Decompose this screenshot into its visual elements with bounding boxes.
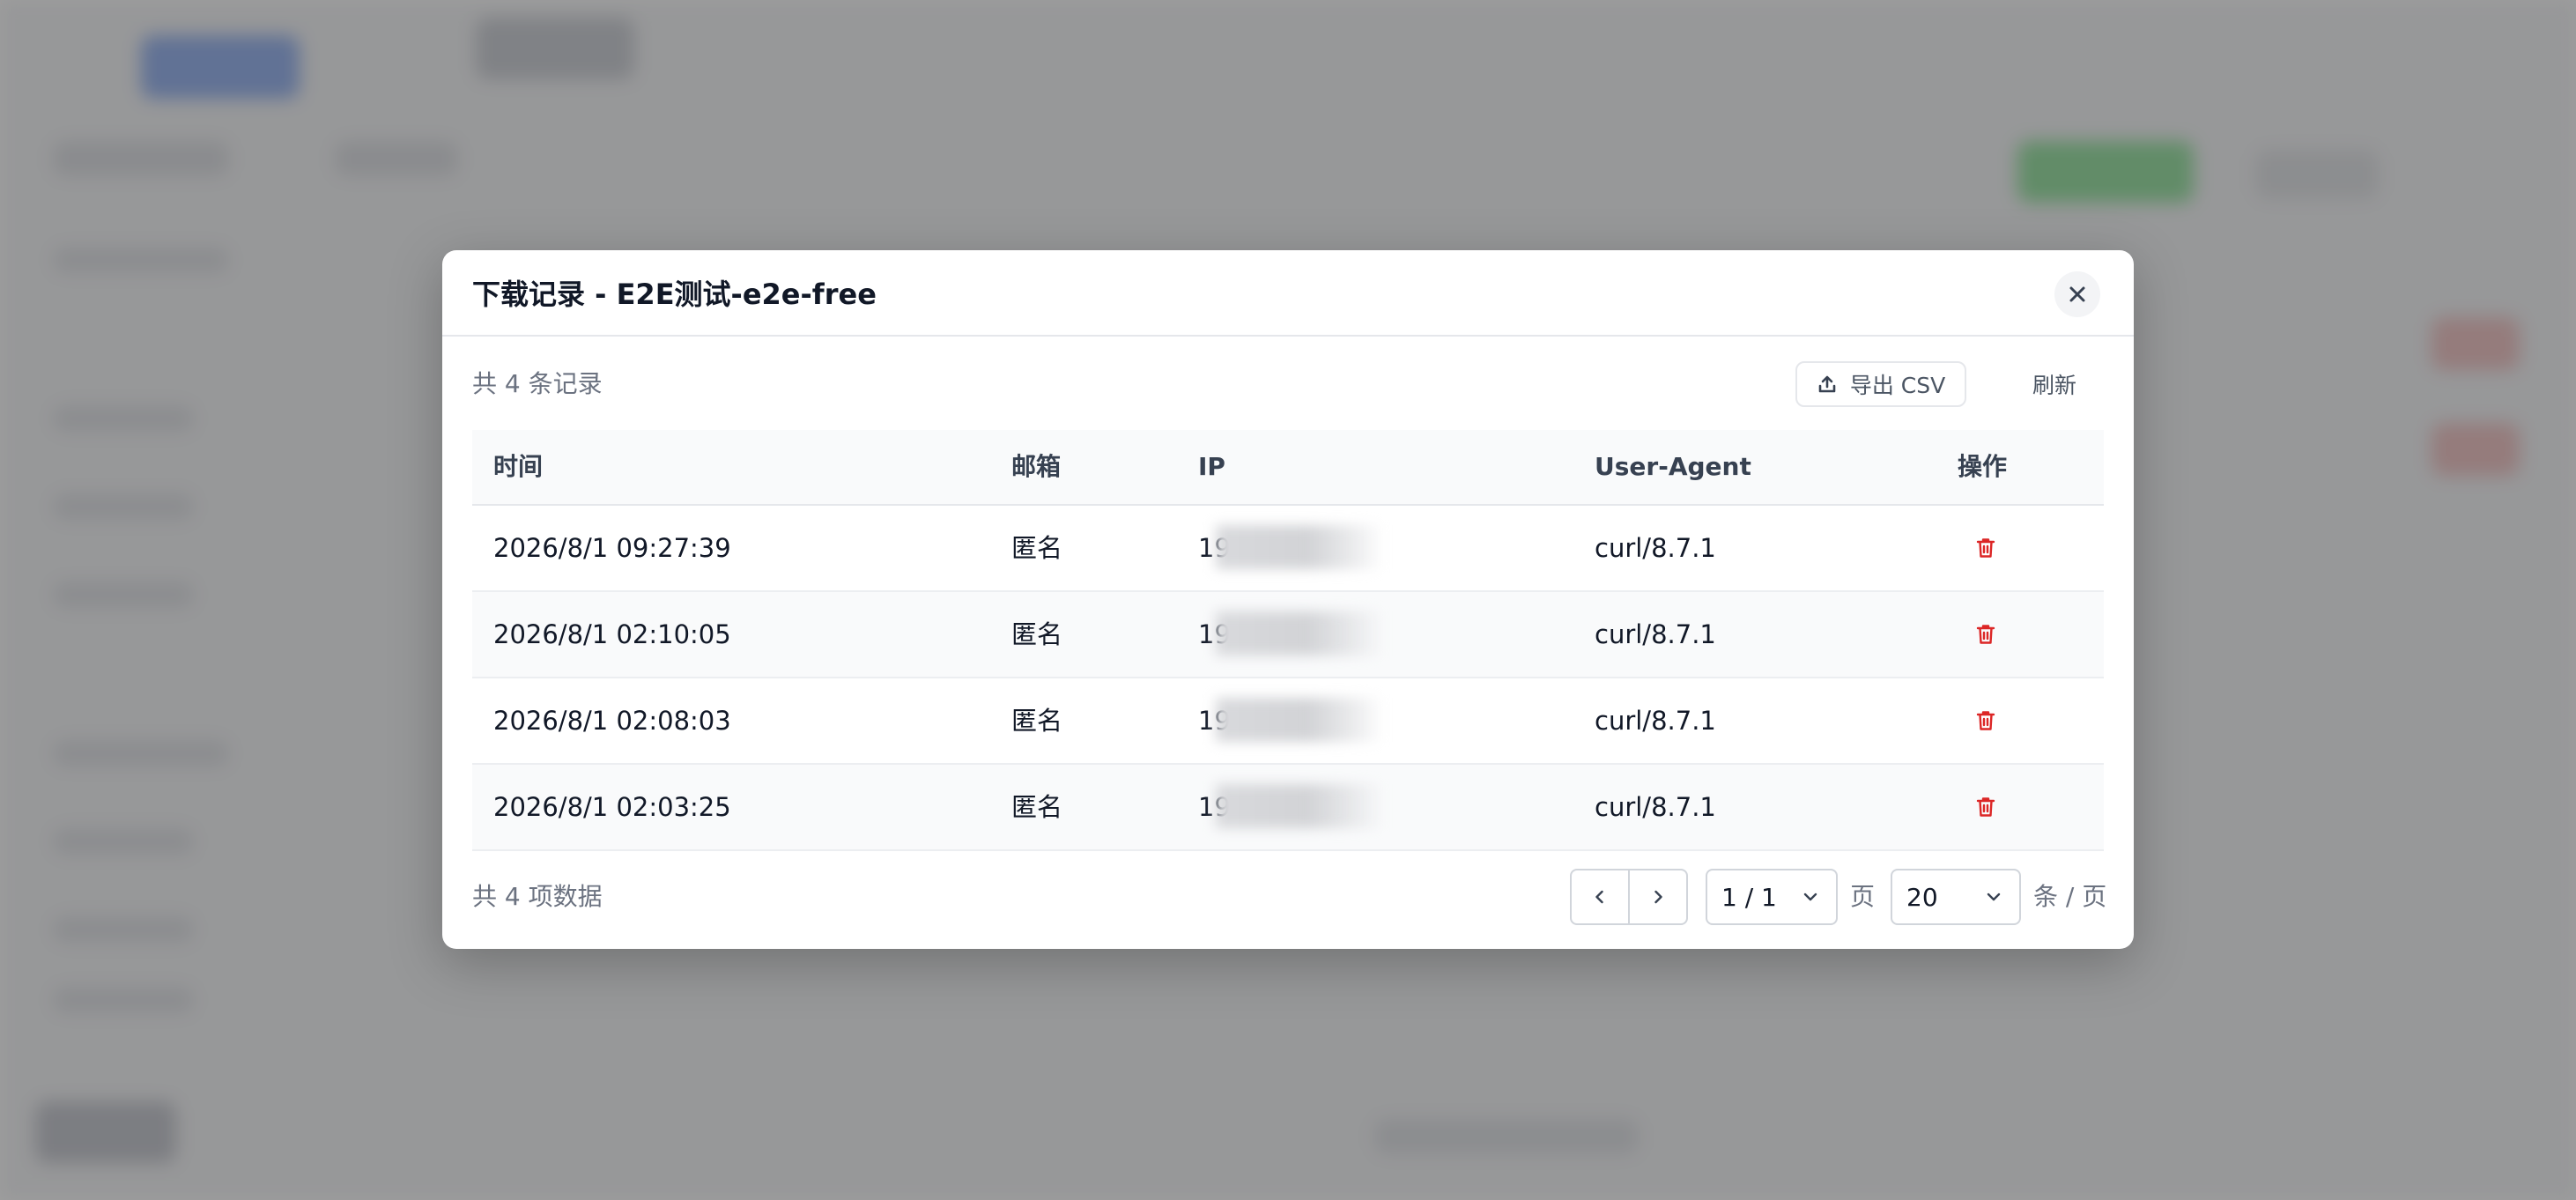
table-row: 2026/8/1 02:08:03 匿名 19 curl/8.7.1 xyxy=(472,678,2104,765)
table-row: 2026/8/1 09:27:39 匿名 19 curl/8.7.1 xyxy=(472,506,2104,592)
cell-time: 2026/8/1 02:08:03 xyxy=(493,706,731,736)
cell-ip: 19 xyxy=(1198,592,1383,677)
download-records-table: 时间 邮箱 IP User-Agent 操作 2026/8/1 09:27:39… xyxy=(472,430,2104,851)
cell-time: 2026/8/1 02:10:05 xyxy=(493,619,731,649)
export-csv-button[interactable]: 导出 CSV xyxy=(1795,361,1966,407)
page-label: 页 xyxy=(1850,882,1876,911)
cell-time: 2026/8/1 09:27:39 xyxy=(493,533,731,563)
trash-icon xyxy=(1976,711,1995,730)
ip-redaction-blur xyxy=(1216,611,1383,656)
ip-redaction-blur xyxy=(1216,698,1383,742)
chevron-down-icon xyxy=(1803,893,1817,901)
delete-button[interactable] xyxy=(1972,793,2000,821)
cell-email: 匿名 xyxy=(1011,706,1063,736)
table-row: 2026/8/1 02:03:25 匿名 19 curl/8.7.1 xyxy=(472,765,2104,851)
cell-user-agent: curl/8.7.1 xyxy=(1595,619,1716,649)
column-header-time: 时间 xyxy=(493,452,544,481)
cell-email: 匿名 xyxy=(1011,619,1063,649)
page-select[interactable]: 1 / 1 xyxy=(1706,869,1838,925)
refresh-label: 刷新 xyxy=(2032,373,2076,398)
cell-ip: 19 xyxy=(1198,765,1383,849)
table-row: 2026/8/1 02:10:05 匿名 19 curl/8.7.1 xyxy=(472,592,2104,678)
export-csv-label: 导出 CSV xyxy=(1849,373,1946,398)
page-select-value: 1 / 1 xyxy=(1721,882,1777,912)
chevron-left-icon xyxy=(1595,890,1603,904)
upload-icon xyxy=(1818,375,1836,393)
column-header-ip: IP xyxy=(1198,452,1225,481)
column-header-email: 邮箱 xyxy=(1011,452,1062,481)
cell-user-agent: curl/8.7.1 xyxy=(1595,533,1716,563)
column-header-action: 操作 xyxy=(1958,452,2008,481)
cell-user-agent: curl/8.7.1 xyxy=(1595,792,1716,822)
close-icon xyxy=(2069,286,2085,302)
next-page-button[interactable] xyxy=(1628,869,1688,925)
cell-email: 匿名 xyxy=(1011,792,1063,822)
page-size-value: 20 xyxy=(1906,882,1938,912)
cell-ip: 19 xyxy=(1198,506,1383,590)
cell-time: 2026/8/1 02:03:25 xyxy=(493,792,731,822)
record-count: 共 4 条记录 xyxy=(472,369,603,398)
page-size-label: 条 / 页 xyxy=(2033,882,2107,911)
chevron-down-icon xyxy=(1987,893,2001,901)
download-records-modal: 下载记录 - E2E测试-e2e-free 共 4 条记录 导出 CSV 刷新 … xyxy=(442,250,2134,949)
delete-button[interactable] xyxy=(1972,534,2000,562)
ip-redaction-blur xyxy=(1216,525,1383,569)
delete-button[interactable] xyxy=(1972,707,2000,735)
previous-page-button[interactable] xyxy=(1570,869,1630,925)
ip-redaction-blur xyxy=(1216,784,1383,828)
trash-icon xyxy=(1976,538,1995,558)
refresh-button[interactable]: 刷新 xyxy=(2007,361,2102,407)
total-count: 共 4 项数据 xyxy=(472,882,603,911)
cell-ip: 19 xyxy=(1198,678,1383,763)
modal-header: 下载记录 - E2E测试-e2e-free xyxy=(442,250,2134,337)
page-size-select[interactable]: 20 xyxy=(1891,869,2021,925)
trash-icon xyxy=(1976,797,1995,817)
cell-user-agent: curl/8.7.1 xyxy=(1595,706,1716,736)
trash-icon xyxy=(1976,625,1995,644)
delete-button[interactable] xyxy=(1972,620,2000,648)
column-header-user-agent: User-Agent xyxy=(1595,452,1751,481)
chevron-right-icon xyxy=(1654,890,1662,904)
table-header: 时间 邮箱 IP User-Agent 操作 xyxy=(472,430,2104,506)
cell-email: 匿名 xyxy=(1011,533,1063,563)
close-button[interactable] xyxy=(2054,271,2100,317)
modal-title: 下载记录 - E2E测试-e2e-free xyxy=(472,278,877,311)
